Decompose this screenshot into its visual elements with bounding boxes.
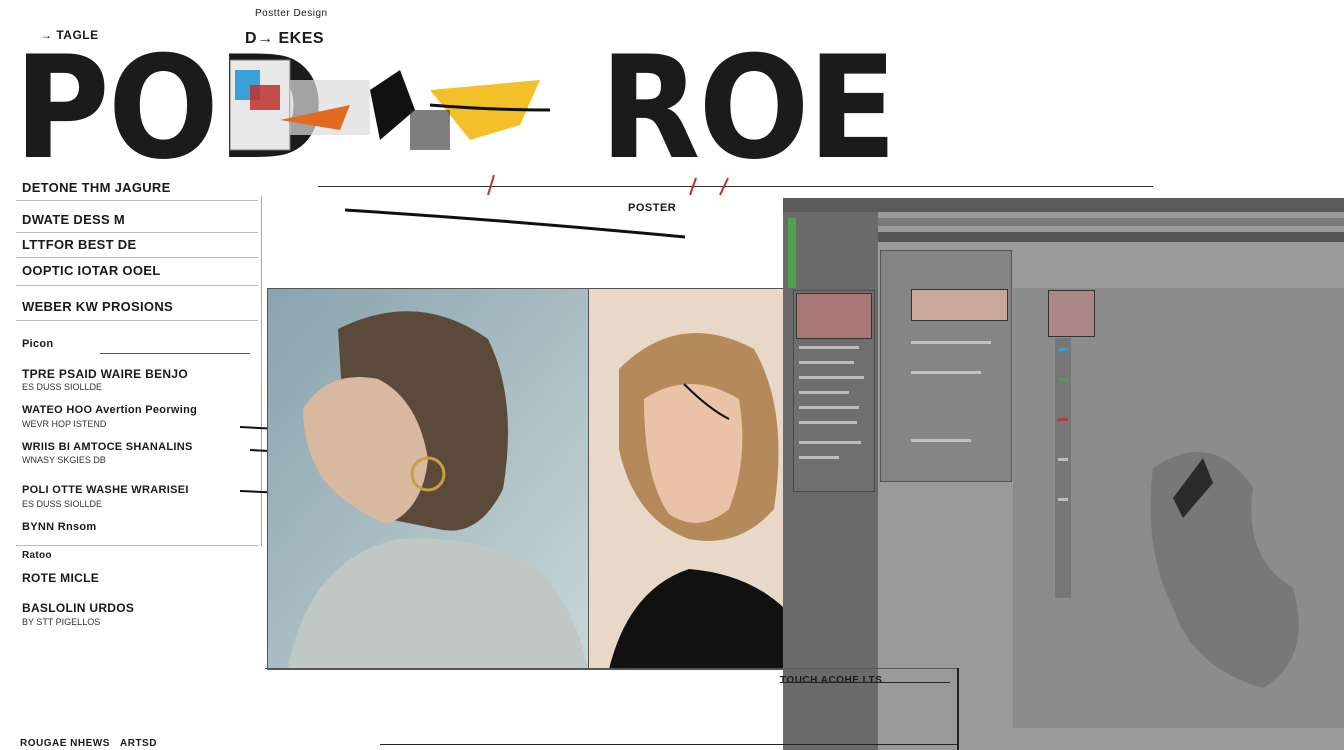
- divider: [16, 200, 258, 201]
- panel-row: [799, 421, 857, 424]
- sidebar-item[interactable]: DETONE THM JAGURE: [22, 180, 171, 195]
- bottom-caption: TOUCH ACOHE LTS: [780, 675, 883, 686]
- top-left-small-text: → TAGLE: [40, 28, 99, 42]
- swatch: [1058, 418, 1068, 421]
- top-center-small-text: D→ EKES: [245, 30, 325, 47]
- panel-row: [799, 391, 849, 394]
- title-right: ROE: [599, 26, 897, 191]
- sidebar-item[interactable]: WRIIS BI AMTOCE SHANALINS: [22, 441, 193, 453]
- portrait-photo-left[interactable]: [267, 288, 589, 670]
- editor-menubar: [878, 218, 1344, 226]
- canvas-thumb: [1048, 290, 1095, 337]
- sidebar-item[interactable]: WEBER KW PROSIONS: [22, 299, 173, 314]
- sidebar-sub: WEVR HOP ISTEND: [22, 419, 107, 429]
- sidebar-item[interactable]: Ratoo: [22, 550, 52, 561]
- sidebar-item[interactable]: ROTE MICLE: [22, 571, 99, 585]
- footer-mid: ARTSD: [120, 738, 157, 749]
- canvas-shape: [1150, 452, 1299, 688]
- swatch: [1058, 458, 1068, 461]
- footer-rule: [380, 744, 958, 745]
- green-strip: [788, 218, 796, 288]
- divider: [16, 257, 258, 258]
- swatch: [1058, 348, 1068, 351]
- portrait-photo-right[interactable]: [588, 288, 786, 670]
- panel-row: [799, 361, 854, 364]
- frame-edge: [957, 668, 959, 750]
- sidebar-item[interactable]: POLI OTTE WASHE WRARISEI: [22, 484, 189, 496]
- panel-row: [911, 371, 981, 374]
- sidebar-item[interactable]: OOPTIC IOTAR OOEL: [22, 263, 160, 278]
- sidebar-item[interactable]: BASLOLIN URDOS: [22, 601, 134, 615]
- panel-row: [911, 341, 991, 344]
- title-collage: [230, 59, 551, 151]
- sidebar-sub: ES DUSS SIOLLDE: [22, 499, 103, 509]
- portrait-right-image: [589, 289, 785, 669]
- footer-left: ROUGAE NHEWS: [20, 738, 110, 749]
- sidebar-item[interactable]: Picon: [22, 338, 53, 350]
- divider: [16, 320, 258, 321]
- editor-options: [878, 232, 1344, 242]
- panel-row: [799, 456, 839, 459]
- divider: [16, 285, 258, 286]
- sidebar-item[interactable]: TPRE PSAID WAIRE BENJO: [22, 367, 188, 381]
- sidebar-sub: ES DUSS SIOLLDE: [22, 382, 103, 392]
- swatch-column[interactable]: [1055, 338, 1071, 598]
- layers-panel[interactable]: [793, 290, 875, 492]
- sidebar-item[interactable]: BYNN Rnsom: [22, 521, 97, 533]
- properties-panel[interactable]: [880, 250, 1012, 482]
- sidebar-item[interactable]: WATEO HOO Avertion Peorwing: [22, 404, 197, 416]
- sidebar-sub: WNASY SKGIES DB: [22, 455, 106, 465]
- swatch: [1058, 498, 1068, 501]
- sidebar: DETONE THM JAGURE DWATE DESS M LTTFOR BE…: [0, 175, 262, 645]
- frame-line: [265, 668, 959, 669]
- layer-thumb: [796, 293, 872, 339]
- swatch: [1058, 378, 1068, 381]
- caption-rule: [780, 682, 950, 683]
- divider: [16, 545, 258, 546]
- sidebar-item[interactable]: DWATE DESS M: [22, 212, 125, 227]
- panel-row: [799, 346, 859, 349]
- portrait-left-image: [268, 289, 588, 669]
- top-small-text: Postter Design: [255, 8, 328, 19]
- editor-toolbar: [783, 198, 1344, 212]
- sidebar-sub: BY STT PIGELLOS: [22, 617, 101, 627]
- panel-row: [799, 376, 864, 379]
- panel-row: [911, 439, 971, 442]
- red-ticks: [487, 174, 729, 196]
- sidebar-item[interactable]: LTTFOR BEST DE: [22, 237, 136, 252]
- panel-row: [799, 406, 859, 409]
- property-thumb: [911, 289, 1008, 321]
- divider: [100, 353, 250, 354]
- divider: [16, 232, 258, 233]
- brush-stroke: [345, 208, 686, 239]
- panel-row: [799, 441, 861, 444]
